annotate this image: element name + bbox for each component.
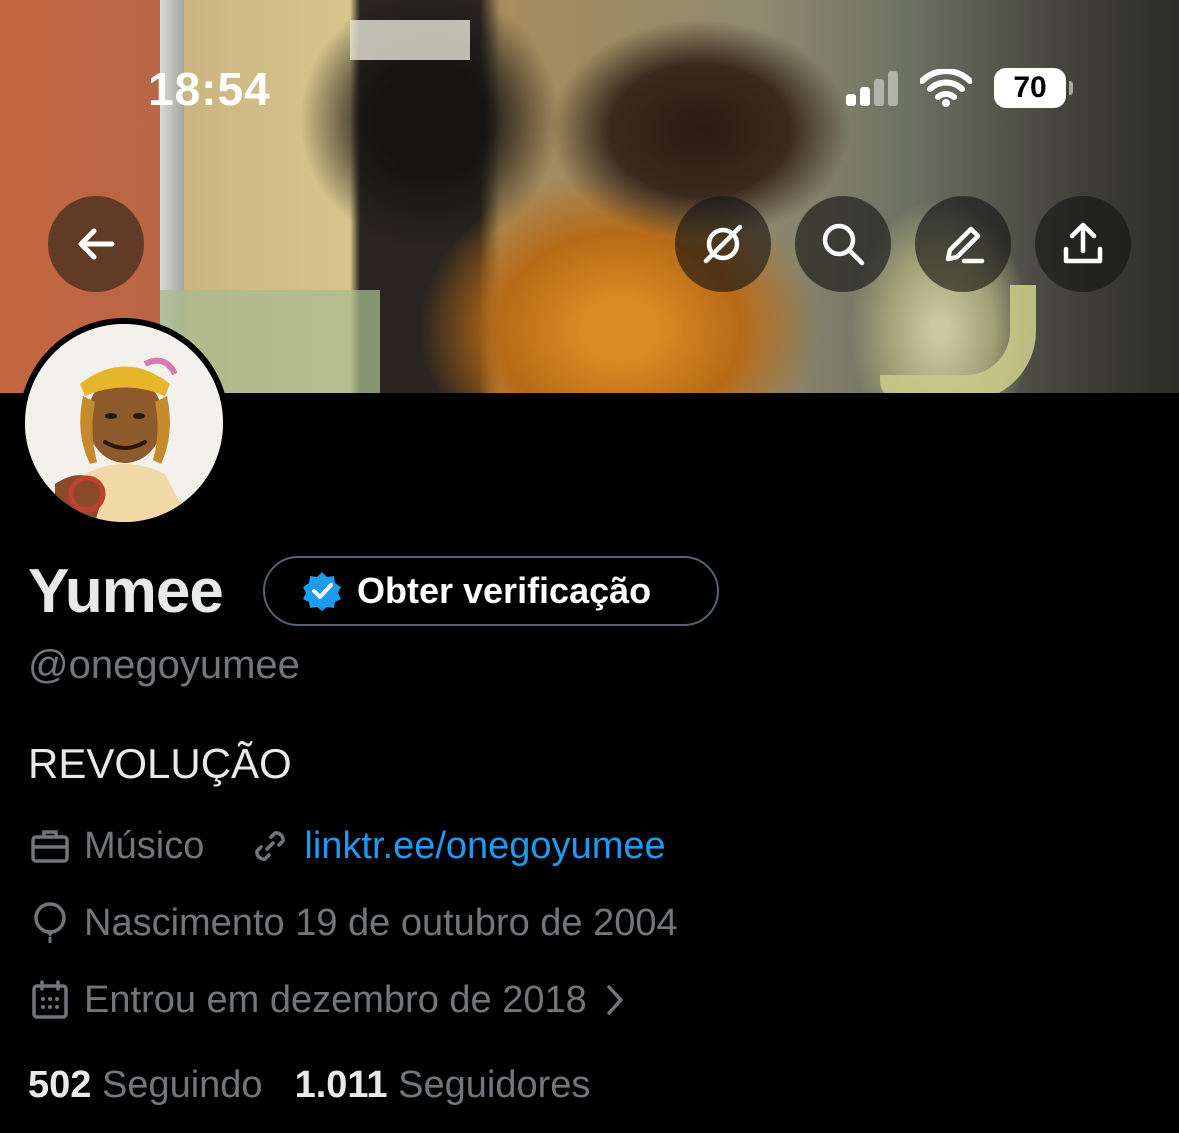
grok-button[interactable]	[675, 196, 771, 292]
calendar-icon	[28, 978, 72, 1022]
following-count: 502	[28, 1064, 92, 1106]
battery-indicator: 70	[994, 68, 1073, 108]
get-verification-label: Obter verificação	[357, 570, 652, 611]
profile-joined-row[interactable]: Entrou em dezembro de 2018	[28, 978, 649, 1022]
banner-saxophone	[880, 285, 1036, 393]
profile-profession: Músico	[84, 824, 205, 867]
profile-handle: @onegoyumee	[28, 643, 300, 687]
share-button[interactable]	[1035, 196, 1131, 292]
avatar-illustration	[25, 324, 223, 522]
profile-bio: REVOLUÇÃO	[28, 740, 292, 787]
profile-stats: 502 Seguindo 1.011 Seguidores	[28, 1064, 590, 1107]
profile-joined-date: Entrou em dezembro de 2018	[84, 978, 587, 1021]
briefcase-icon	[28, 824, 72, 868]
avatar[interactable]	[19, 318, 229, 528]
balloon-icon	[28, 901, 72, 945]
link-icon	[248, 824, 292, 868]
verified-badge-icon	[303, 572, 341, 611]
profile-birth-row: Nascimento 19 de outubro de 2004	[28, 901, 678, 945]
share-icon	[1063, 222, 1103, 264]
profile-meta-row: Músico linktr.ee/onegoyumee	[28, 824, 666, 868]
banner-poster	[350, 20, 470, 60]
profile-birthdate: Nascimento 19 de outubro de 2004	[84, 901, 678, 944]
status-time: 18:54	[148, 63, 271, 115]
followers-label: Seguidores	[398, 1064, 591, 1106]
cellular-signal-icon	[846, 70, 898, 106]
following-link[interactable]: 502 Seguindo	[28, 1064, 263, 1107]
status-indicators: 70	[846, 68, 1073, 108]
followers-count: 1.011	[294, 1064, 388, 1106]
search-icon	[822, 223, 865, 266]
wifi-icon	[920, 69, 972, 107]
battery-level: 70	[1013, 71, 1047, 104]
following-label: Seguindo	[101, 1064, 263, 1106]
followers-link[interactable]: 1.011 Seguidores	[295, 1064, 591, 1107]
chevron-right-icon	[593, 978, 637, 1022]
edit-button[interactable]	[915, 196, 1011, 292]
edit-icon	[945, 226, 985, 264]
search-button[interactable]	[795, 196, 891, 292]
back-button[interactable]	[48, 196, 144, 292]
get-verification-button[interactable]: Obter verificação	[263, 556, 719, 626]
profile-website-link[interactable]: linktr.ee/onegoyumee	[304, 825, 665, 868]
arrow-left-icon	[78, 228, 115, 260]
grok-icon	[703, 224, 743, 264]
profile-name: Yumee	[28, 557, 224, 626]
